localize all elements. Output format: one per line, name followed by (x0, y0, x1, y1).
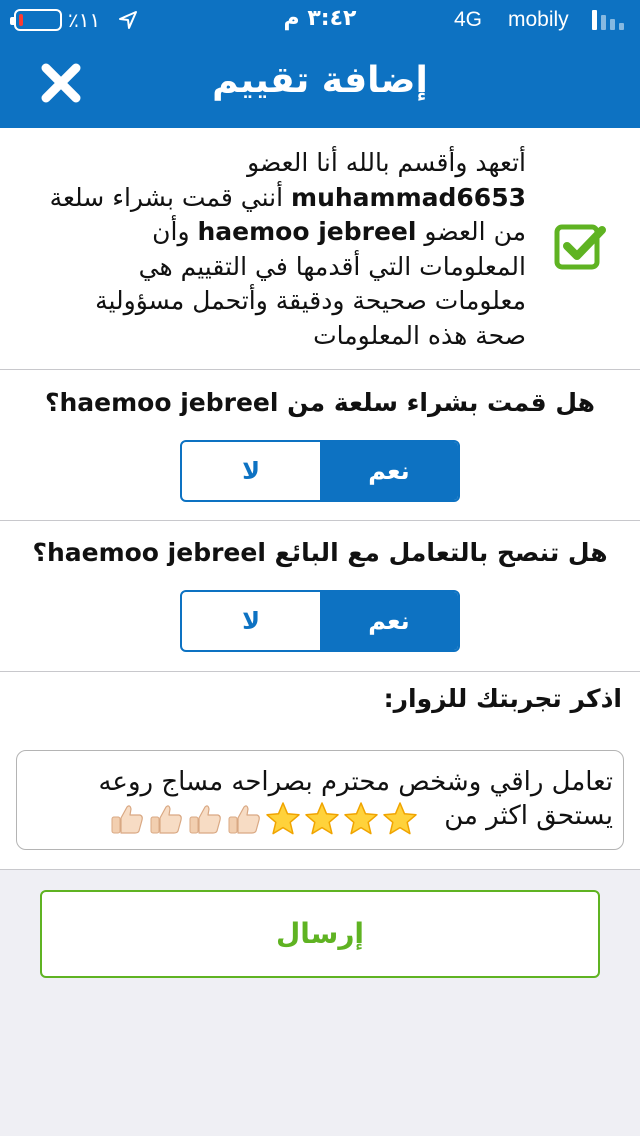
pledge-line: muhammad6653 أنني قمت بشراء سلعة (49, 182, 526, 212)
thumbs-up-emoji (150, 805, 182, 834)
pledge-line: معلومات صحيحة ودقيقة وأتحمل مسؤولية (95, 286, 526, 315)
divider (0, 671, 640, 672)
pledge-text: أتعهد وأقسم بالله أنا العضو muhammad6653… (20, 146, 526, 353)
star-emoji (266, 802, 300, 835)
recommend-toggle: لا نعم (180, 590, 460, 652)
divider (0, 520, 640, 521)
review-text-line: يستحق اكثر من (444, 801, 613, 831)
submit-button[interactable]: إرسال (40, 890, 600, 978)
purchased-no-option[interactable]: لا (182, 442, 320, 500)
pledge-line: المعلومات التي أقدمها في التقييم هي (138, 251, 526, 281)
review-emojis (109, 801, 439, 837)
pledge-checkbox[interactable] (554, 222, 608, 270)
thumbs-up-emoji (228, 805, 260, 834)
question-recommend: هل تنصح بالتعامل مع البائع haemoo jebree… (32, 538, 608, 567)
seller-username: haemoo jebreel (59, 388, 279, 417)
pledge-line: أتعهد وأقسم بالله أنا العضو (247, 148, 526, 177)
star-emoji (305, 802, 339, 835)
page-title: إضافة تقييم (212, 60, 428, 101)
signal-icon (592, 10, 628, 30)
divider (0, 869, 640, 870)
experience-label: اذكر تجربتك للزوار: (383, 684, 622, 713)
seller-username: haemoo jebreel (197, 217, 417, 246)
recommend-yes-option[interactable]: نعم (320, 592, 458, 650)
purchased-yes-option[interactable]: نعم (320, 442, 458, 500)
status-bar: ٪١١ ٣:٤٢ م 4G mobily (0, 0, 640, 40)
seller-username: haemoo jebreel (46, 538, 266, 567)
experience-textarea[interactable]: تعامل راقي وشخص محترم بصراحه مساج روعه ي… (16, 750, 624, 850)
divider (0, 369, 640, 370)
question-purchased: هل قمت بشراء سلعة من haemoo jebreel؟ (44, 388, 595, 417)
carrier-name: mobily (508, 8, 569, 31)
recommend-no-option[interactable]: لا (182, 592, 320, 650)
pledge-line: من العضو haemoo jebreel وأن (152, 217, 526, 246)
star-emoji (383, 802, 417, 835)
pledge-line: صحة هذه المعلومات (313, 320, 526, 350)
buyer-username: muhammad6653 (291, 182, 526, 212)
purchased-toggle: لا نعم (180, 440, 460, 502)
star-emoji (344, 802, 378, 835)
header: إضافة تقييم (0, 40, 640, 128)
review-text-line: تعامل راقي وشخص محترم بصراحه مساج روعه (98, 767, 613, 797)
thumbs-up-emoji (111, 805, 143, 834)
network-type: 4G (454, 8, 483, 31)
thumbs-up-emoji (189, 805, 221, 834)
